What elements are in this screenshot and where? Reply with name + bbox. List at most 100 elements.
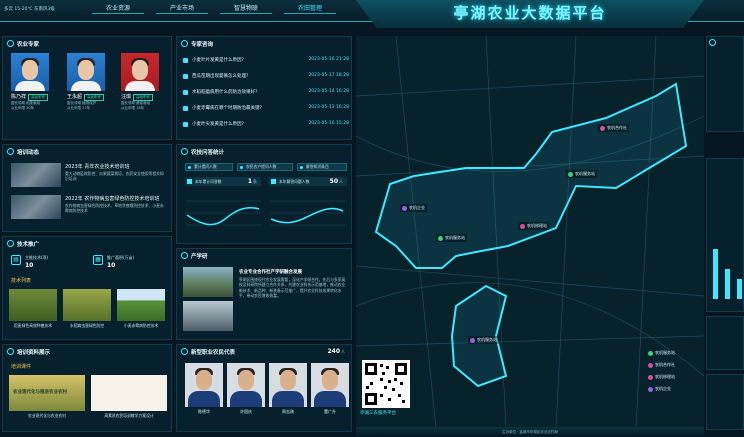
question-date: 2023-05-10 15:28 xyxy=(308,121,349,126)
members-title: 新型职业农民代表 xyxy=(191,350,236,356)
news-title[interactable]: 2023年 青年农业技术培训班 xyxy=(65,163,129,170)
marker-text: 农机修理站 xyxy=(527,223,547,228)
area-stat-icon: ▦ xyxy=(93,255,103,265)
expert-card[interactable]: 汪琪 高级职称 擅长领域 蔬菜栽培 从业年限 18年 xyxy=(121,53,161,111)
expert-name: 汪琪 xyxy=(121,94,132,100)
map-marker-label[interactable]: 农机修理站 xyxy=(518,222,549,230)
member-photo[interactable] xyxy=(269,363,307,407)
qa-stats-header: 农技问答统计 xyxy=(181,148,224,158)
qa-tab[interactable]: 解答知识条目 xyxy=(297,163,347,171)
stat-label: 主推技术(项) xyxy=(25,255,49,260)
news-text: 重大动物疫病防控、瓜果蔬菜栽培、农药安全使用等相关知识培训 xyxy=(65,171,164,181)
member-photo[interactable] xyxy=(227,363,265,407)
map-marker-label[interactable]: 农机企业 xyxy=(400,204,427,212)
marker-text: 农机企业 xyxy=(409,205,425,210)
industry-photo[interactable] xyxy=(183,301,233,331)
map-marker-label[interactable]: 农机合作社 xyxy=(598,124,629,132)
legend-item[interactable]: 农机修理站 xyxy=(648,374,675,380)
question-icon xyxy=(183,90,188,95)
marker-dot xyxy=(438,235,443,241)
courseware-caption: 高素质农民培训教学方案设计 xyxy=(104,413,154,418)
qr-code[interactable] xyxy=(362,360,410,408)
legend-text: 农机修理站 xyxy=(655,374,675,379)
marker-text: 农机服务站 xyxy=(477,337,497,342)
member-photo[interactable] xyxy=(311,363,349,407)
expert-photo xyxy=(67,53,105,91)
legend-dot xyxy=(648,374,653,380)
panel-dot-icon xyxy=(709,39,716,46)
legend-item[interactable]: 农机合作社 xyxy=(648,362,675,368)
consult-row[interactable]: 小麦叶尖发黄是什么原因? 2023-05-10 15:28 xyxy=(183,121,349,131)
industry-photo[interactable] xyxy=(183,267,233,297)
member-photo[interactable] xyxy=(185,363,223,407)
question-icon xyxy=(183,74,188,79)
expert-card[interactable]: 王永超 高级职称 擅长领域 植物保护 从业年限 27年 xyxy=(67,53,107,111)
question-date: 2023-05-17 18:28 xyxy=(308,73,349,78)
tech-picture[interactable] xyxy=(9,289,57,321)
qa-tab[interactable]: 农民农户提问人数 xyxy=(237,163,293,171)
tech-picture[interactable] xyxy=(117,289,165,321)
nav-tab-market[interactable]: 产业市场 xyxy=(156,4,208,14)
courseware-caption: 农业现代化与农业农村 xyxy=(28,413,66,418)
expert-photo xyxy=(11,53,49,91)
map-marker-label[interactable]: 农机服务站 xyxy=(436,234,467,242)
question-date: 2023-05-14 16:28 xyxy=(308,89,349,94)
marker-dot xyxy=(600,125,605,131)
question-icon xyxy=(183,58,188,63)
qa-stats-title: 农技问答统计 xyxy=(191,150,225,156)
members-count: 240人 xyxy=(327,348,345,355)
footer-bar: 主办单位 · 盐城市亭湖区农业农村局 xyxy=(356,427,704,437)
consult-row[interactable]: 水稻稻瘟病用什么药防治效果好? 2023-05-14 16:28 xyxy=(183,89,349,99)
expert-name: 陈乃祥 xyxy=(11,94,27,100)
panel-dot-icon xyxy=(7,148,14,155)
weather-text: 多云 15-20℃ 东南风3级 xyxy=(4,7,55,12)
members-header: 新型职业农民代表 xyxy=(181,348,235,358)
question-icon xyxy=(183,106,188,111)
expert-badge: 高级职称 xyxy=(133,94,154,101)
tech-picture[interactable] xyxy=(63,289,111,321)
question-text: 小麦叶片发黄是什么原因? xyxy=(192,58,244,63)
consult-row[interactable]: 小麦赤霉病在哪个时期防治最关键? 2023-05-13 16:28 xyxy=(183,105,349,115)
news-thumbnail[interactable] xyxy=(11,163,61,187)
consult-row[interactable]: 小麦叶片发黄是什么原因? 2023-05-16 21:28 xyxy=(183,57,349,67)
tech-stat-icon: ▤ xyxy=(11,255,21,265)
district-boundary[interactable] xyxy=(374,82,688,269)
industry-headline: 农业专业合作社产学研融合发展 xyxy=(239,270,302,275)
question-text: 水稻稻瘟病用什么药防治效果好? xyxy=(192,90,258,95)
expert-badge: 高级职称 xyxy=(28,94,49,101)
map-marker-label[interactable]: 农机服务站 xyxy=(566,170,597,178)
qa-trend-chart xyxy=(185,200,345,226)
experts-panel: 农业专家 陈乃祥 高级职称 擅长领域 稻麦栽培 从业年限 30年 王永超 高级职称 … xyxy=(2,36,172,140)
legend-item[interactable]: 农机服务站 xyxy=(648,350,675,356)
panel-dot-icon xyxy=(181,148,188,155)
nav-tab-resources[interactable]: 农业资源 xyxy=(92,4,144,14)
qa-tab[interactable]: 累计提问人数 xyxy=(185,163,233,171)
panel-dot-icon xyxy=(181,348,188,355)
consult-header: 专家咨询 xyxy=(181,40,213,50)
marker-dot xyxy=(568,171,573,177)
marker-text: 农机合作社 xyxy=(607,125,627,130)
legend-item[interactable]: 农机企业 xyxy=(648,386,671,392)
right-panel xyxy=(706,316,744,370)
nav-tab-farmland[interactable]: 农田管理 xyxy=(284,4,336,14)
news-thumbnail[interactable] xyxy=(11,195,61,219)
members-count-value: 240 xyxy=(327,348,340,355)
consult-row[interactable]: 西瓜苗期出现萎蔫怎么处理? 2023-05-17 18:28 xyxy=(183,73,349,83)
right-panel xyxy=(706,374,744,430)
legend-dot xyxy=(648,350,653,356)
legend-dot xyxy=(648,362,653,368)
expert-badge: 高级职称 xyxy=(84,94,105,101)
legend-text: 农机服务站 xyxy=(655,350,675,355)
experts-title: 农业专家 xyxy=(17,42,40,48)
expert-card[interactable]: 陈乃祥 高级职称 擅长领域 稻麦栽培 从业年限 30年 xyxy=(11,53,51,111)
tech-picture-caption: 水稻病虫害绿色防控 xyxy=(69,323,105,328)
courseware-card[interactable]: 农业现代化与推进农业农村 xyxy=(9,375,85,411)
map-marker-label[interactable]: 农机服务站 xyxy=(468,336,499,344)
news-title[interactable]: 2022年 农作物病虫害绿色防控技术培训班 xyxy=(65,195,159,202)
member-name: 董广升 xyxy=(324,409,336,414)
marker-dot xyxy=(520,223,525,229)
courseware-card[interactable] xyxy=(91,375,167,411)
courseware-title: 农业现代化与推进农业农村 xyxy=(13,390,67,395)
nav-tab-iot[interactable]: 智慧物联 xyxy=(220,4,272,14)
trend-line xyxy=(270,207,344,224)
